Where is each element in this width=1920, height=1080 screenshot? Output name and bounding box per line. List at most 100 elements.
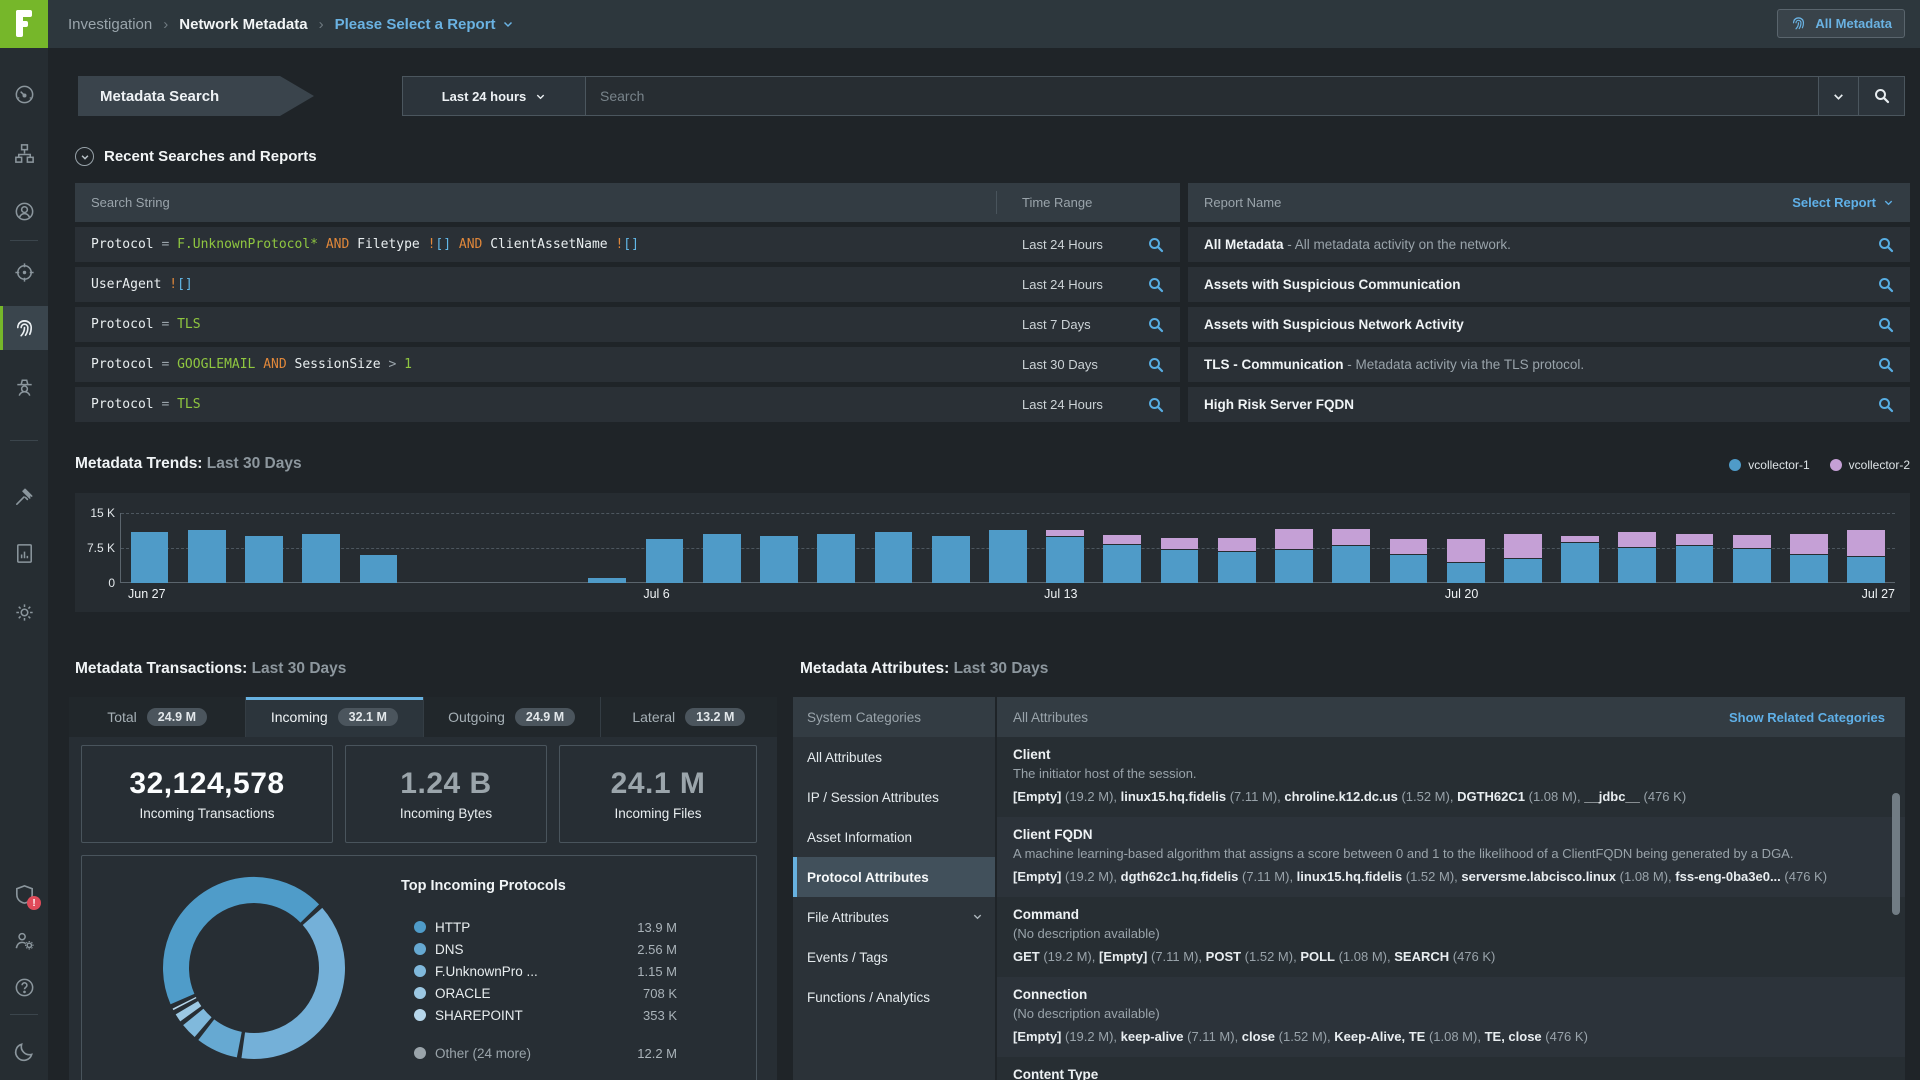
bar-slot[interactable] <box>464 513 521 583</box>
bar-slot[interactable] <box>293 513 350 583</box>
bar-slot[interactable] <box>1666 513 1723 583</box>
bar-slot[interactable] <box>1037 513 1094 583</box>
protocol-legend-item[interactable]: F.UnknownPro ... <box>414 962 538 980</box>
run-search-button[interactable] <box>1132 396 1180 414</box>
bar-slot[interactable] <box>1551 513 1608 583</box>
protocol-legend-item[interactable]: SHAREPOINT <box>414 1006 523 1024</box>
report-row[interactable]: Assets with Suspicious Communication <box>1188 267 1910 302</box>
bar-slot[interactable] <box>178 513 235 583</box>
run-search-button[interactable] <box>1132 356 1180 374</box>
bar-slot[interactable] <box>1609 513 1666 583</box>
bar-slot[interactable] <box>1494 513 1551 583</box>
search-options-button[interactable] <box>1818 77 1858 115</box>
show-related-categories-link[interactable]: Show Related Categories <box>1729 710 1885 725</box>
breadcrumb-investigation[interactable]: Investigation <box>68 16 152 33</box>
tab-incoming[interactable]: Incoming32.1 M <box>246 697 423 737</box>
run-report-button[interactable] <box>1862 396 1910 414</box>
bar-slot[interactable] <box>1323 513 1380 583</box>
category-ip-session-attributes[interactable]: IP / Session Attributes <box>793 777 995 817</box>
attribute-entry[interactable]: Content Type <box>997 1057 1905 1080</box>
bar-slot[interactable] <box>1151 513 1208 583</box>
bar-slot[interactable] <box>1094 513 1151 583</box>
run-search-button[interactable] <box>1132 236 1180 254</box>
category-asset-information[interactable]: Asset Information <box>793 817 995 857</box>
run-report-button[interactable] <box>1862 316 1910 334</box>
sidebar-item-users[interactable] <box>0 191 48 231</box>
recent-section-header[interactable]: Recent Searches and Reports <box>75 147 317 166</box>
sidebar-item-detections[interactable] <box>0 252 48 292</box>
bar-slot[interactable] <box>235 513 292 583</box>
time-range-dropdown[interactable]: Last 24 hours <box>403 77 586 115</box>
tab-outgoing[interactable]: Outgoing24.9 M <box>424 697 601 737</box>
search-row[interactable]: Protocol = GOOGLEMAIL AND SessionSize > … <box>75 347 1180 382</box>
breadcrumb-report-selector[interactable]: Please Select a Report <box>335 16 514 33</box>
category-all-attributes[interactable]: All Attributes <box>793 737 995 777</box>
tab-total[interactable]: Total24.9 M <box>69 697 246 737</box>
category-events-tags[interactable]: Events / Tags <box>793 937 995 977</box>
attribute-entry[interactable]: ClientThe initiator host of the session.… <box>997 737 1905 817</box>
sidebar-item-reports[interactable] <box>0 533 48 573</box>
category-file-attributes[interactable]: File Attributes <box>793 897 995 937</box>
run-report-button[interactable] <box>1862 276 1910 294</box>
bar-slot[interactable] <box>1838 513 1895 583</box>
protocol-legend-item[interactable]: DNS <box>414 940 464 958</box>
bar-slot[interactable] <box>522 513 579 583</box>
report-row[interactable]: High Risk Server FQDN <box>1188 387 1910 422</box>
bar-slot[interactable] <box>1380 513 1437 583</box>
bar-slot[interactable] <box>865 513 922 583</box>
protocol-legend-item[interactable]: HTTP <box>414 918 470 936</box>
bar-slot[interactable] <box>979 513 1036 583</box>
bar-slot[interactable] <box>693 513 750 583</box>
search-row[interactable]: Protocol = TLSLast 24 Hours <box>75 387 1180 422</box>
bar-slot[interactable] <box>808 513 865 583</box>
sidebar-item-user-admin[interactable] <box>0 920 48 960</box>
attribute-entry[interactable]: Command(No description available)GET (19… <box>997 897 1905 977</box>
bar-slot[interactable] <box>579 513 636 583</box>
bar-slot[interactable] <box>1208 513 1265 583</box>
run-search-button[interactable] <box>1132 276 1180 294</box>
bar-slot[interactable] <box>636 513 693 583</box>
sidebar-item-metadata[interactable] <box>0 306 48 350</box>
category-protocol-attributes[interactable]: Protocol Attributes <box>793 857 995 897</box>
sidebar-item-help[interactable] <box>0 967 48 1007</box>
tab-lateral[interactable]: Lateral13.2 M <box>601 697 777 737</box>
sidebar-item-settings[interactable] <box>0 592 48 632</box>
protocol-legend-item[interactable]: ORACLE <box>414 984 491 1002</box>
bar-slot[interactable] <box>121 513 178 583</box>
scrollbar-thumb[interactable] <box>1892 793 1900 915</box>
sidebar-item-night-mode[interactable] <box>0 1031 48 1071</box>
bar-slot[interactable] <box>1265 513 1322 583</box>
fidelis-logo[interactable] <box>0 0 48 48</box>
attribute-entry[interactable]: Client FQDNA machine learning-based algo… <box>997 817 1905 897</box>
run-report-button[interactable] <box>1862 356 1910 374</box>
breadcrumb-network-metadata[interactable]: Network Metadata <box>179 16 307 33</box>
attribute-entry[interactable]: Connection(No description available)[Emp… <box>997 977 1905 1057</box>
sidebar-item-system-health[interactable]: ! <box>0 874 48 914</box>
search-row[interactable]: Protocol = TLSLast 7 Days <box>75 307 1180 342</box>
bar-slot[interactable] <box>750 513 807 583</box>
bar-slot[interactable] <box>922 513 979 583</box>
run-report-button[interactable] <box>1862 236 1910 254</box>
bar-slot[interactable] <box>1437 513 1494 583</box>
bar-slot[interactable] <box>1723 513 1780 583</box>
search-input[interactable] <box>586 77 1818 115</box>
report-row[interactable]: Assets with Suspicious Network Activity <box>1188 307 1910 342</box>
report-row[interactable]: All Metadata - All metadata activity on … <box>1188 227 1910 262</box>
sidebar-item-forensics[interactable] <box>0 476 48 516</box>
category-functions-analytics[interactable]: Functions / Analytics <box>793 977 995 1017</box>
search-submit-button[interactable] <box>1858 77 1904 115</box>
sidebar-item-network-map[interactable] <box>0 133 48 173</box>
sidebar-item-dashboard[interactable] <box>0 74 48 114</box>
search-row[interactable]: Protocol = F.UnknownProtocol* AND Filety… <box>75 227 1180 262</box>
run-search-button[interactable] <box>1132 316 1180 334</box>
bar-slot[interactable] <box>407 513 464 583</box>
bar-slot[interactable] <box>350 513 407 583</box>
sidebar-item-threat-hunting[interactable] <box>0 366 48 406</box>
report-row[interactable]: TLS - Communication - Metadata activity … <box>1188 347 1910 382</box>
select-report-dropdown[interactable]: Select Report <box>1792 195 1894 210</box>
protocol-legend-item[interactable]: Other (24 more) <box>414 1044 531 1062</box>
bar-slot[interactable] <box>1780 513 1837 583</box>
collapse-chevron-icon[interactable] <box>75 147 94 166</box>
search-row[interactable]: UserAgent ![]Last 24 Hours <box>75 267 1180 302</box>
all-metadata-button[interactable]: All Metadata <box>1777 9 1905 38</box>
